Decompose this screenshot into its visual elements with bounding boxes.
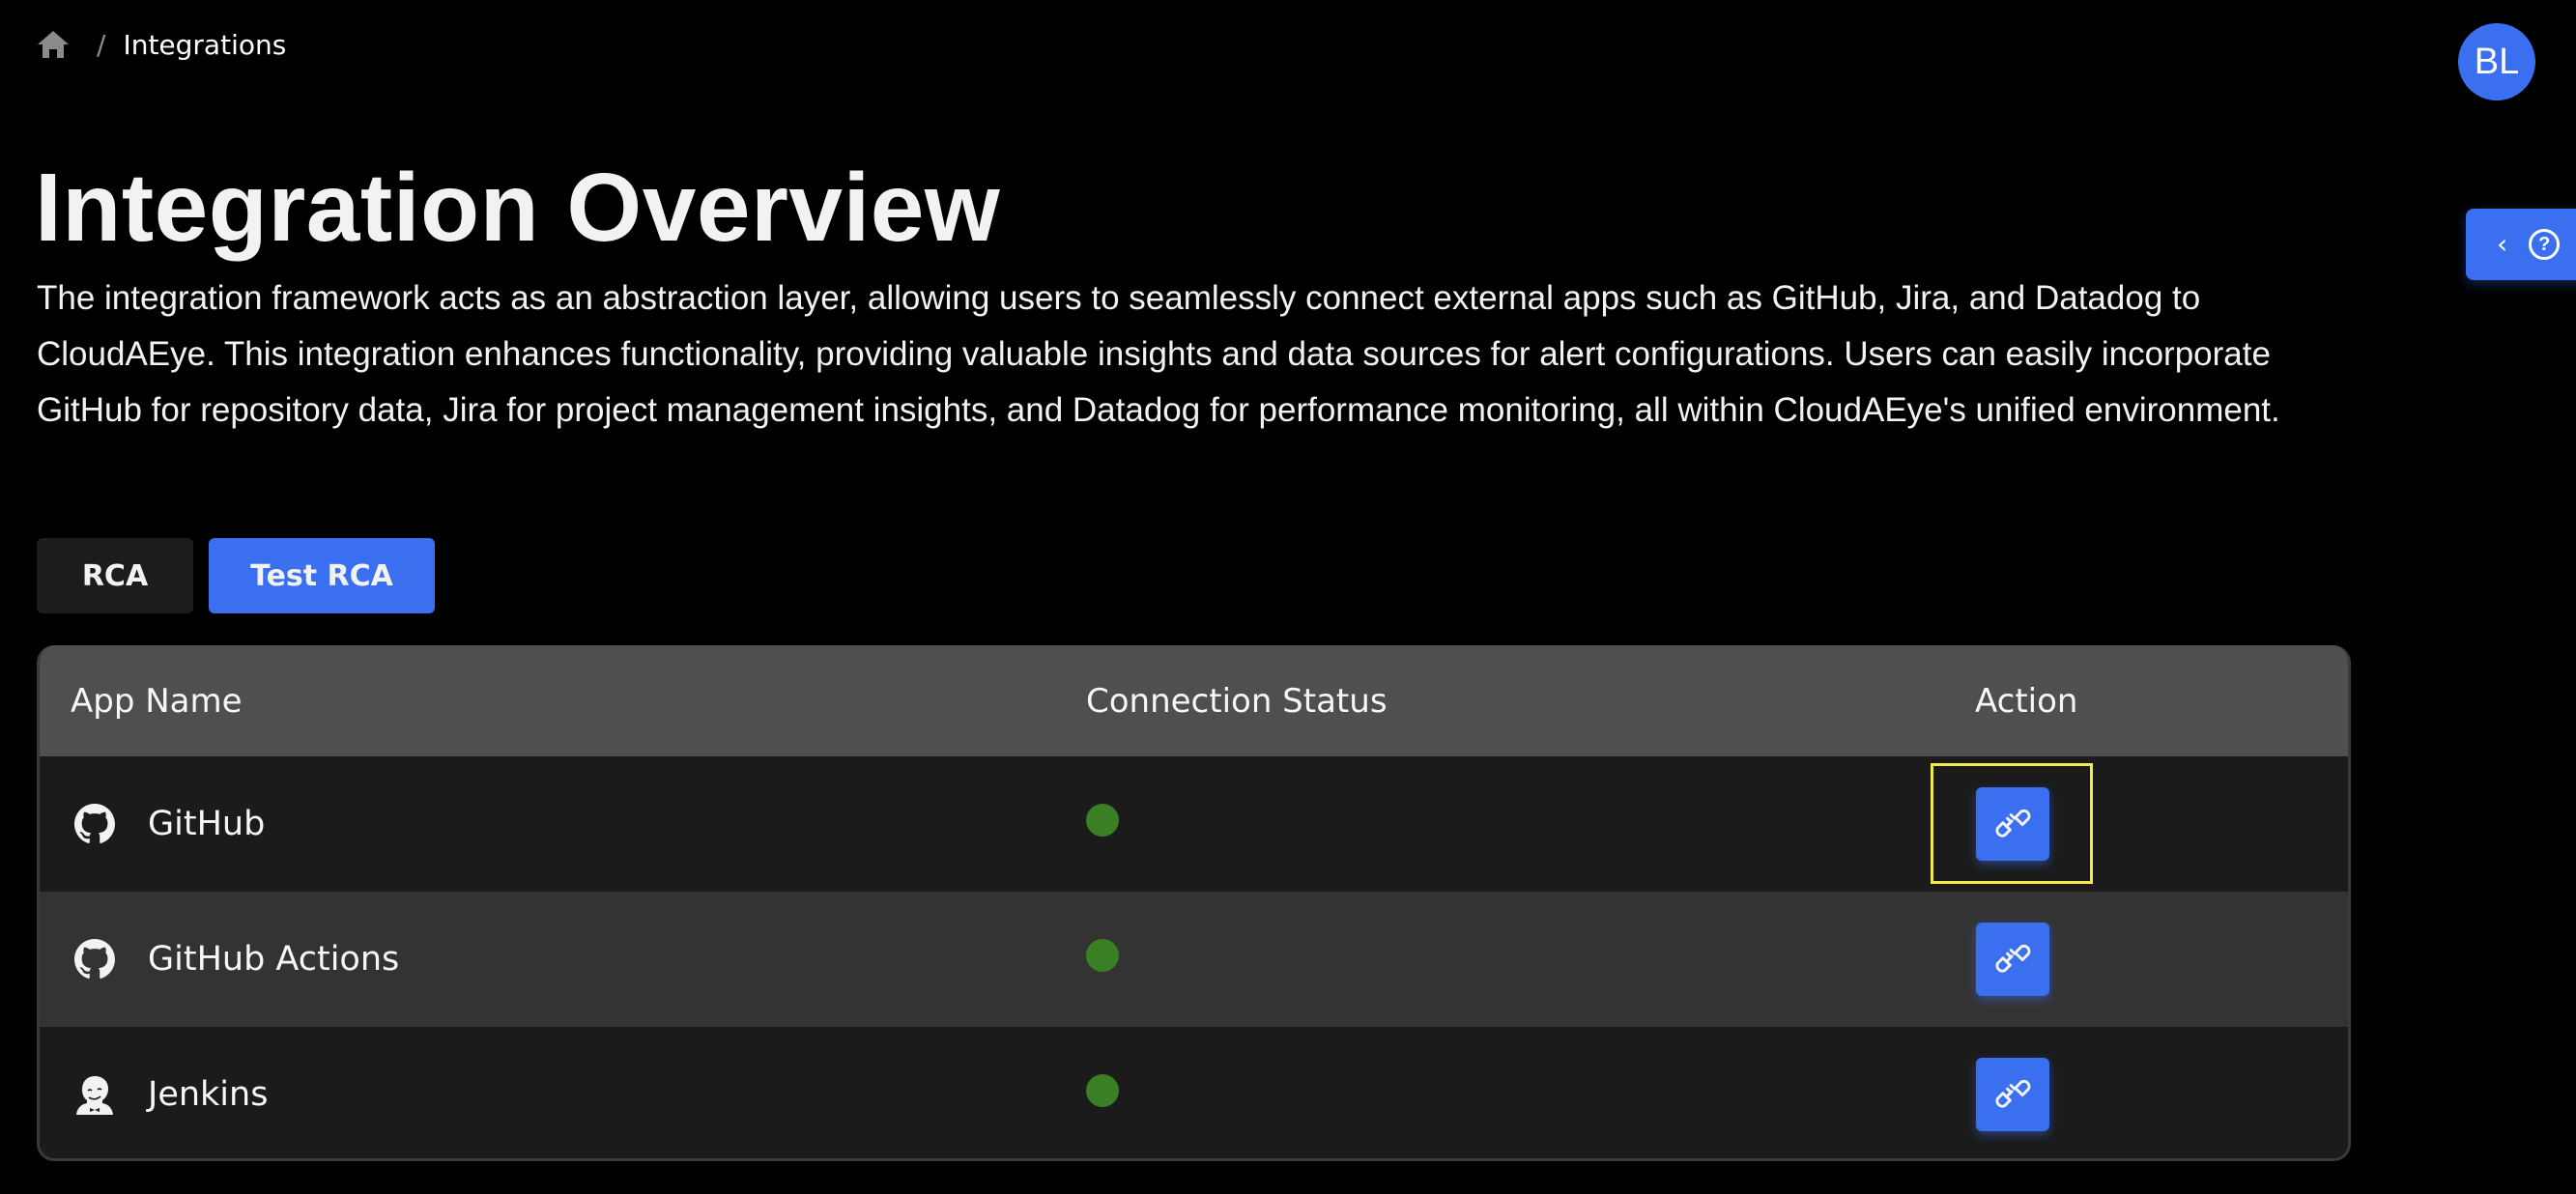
table-row: GitHub Actions bbox=[40, 892, 2348, 1027]
status-connected-dot bbox=[1086, 804, 1119, 837]
integrations-table: App Name Connection Status Action GitHub bbox=[37, 645, 2351, 1161]
connect-button[interactable] bbox=[1976, 787, 2049, 861]
column-header-connection-status: Connection Status bbox=[1086, 681, 1388, 721]
question-circle-icon[interactable]: ? bbox=[2529, 229, 2561, 260]
home-icon[interactable] bbox=[37, 30, 70, 59]
connection-status-cell bbox=[1086, 804, 1119, 837]
github-icon bbox=[74, 939, 115, 980]
connect-button[interactable] bbox=[1976, 923, 2049, 996]
column-header-app-name: App Name bbox=[71, 681, 243, 721]
app-name: GitHub Actions bbox=[148, 940, 400, 979]
table-row: Jenkins bbox=[40, 1027, 2348, 1158]
table-header: App Name Connection Status Action bbox=[40, 645, 2348, 756]
app-name-cell: GitHub Actions bbox=[71, 939, 399, 980]
chevron-left-icon[interactable]: ‹ bbox=[2497, 231, 2507, 258]
app-name-cell: GitHub bbox=[71, 804, 265, 844]
plug-connect-icon bbox=[1991, 799, 2034, 850]
breadcrumb-current[interactable]: Integrations bbox=[123, 29, 286, 61]
status-connected-dot bbox=[1086, 1074, 1119, 1107]
tab-test-rca[interactable]: Test RCA bbox=[209, 538, 435, 613]
plug-connect-icon bbox=[1991, 1069, 2034, 1121]
plug-connect-icon bbox=[1991, 934, 2034, 985]
user-avatar[interactable]: BL bbox=[2458, 23, 2535, 100]
page-title: Integration Overview bbox=[35, 154, 1001, 262]
column-header-action: Action bbox=[1975, 681, 2078, 721]
breadcrumb-separator: / bbox=[97, 28, 106, 61]
connection-status-cell bbox=[1086, 939, 1119, 972]
github-icon bbox=[74, 804, 115, 844]
table-row: GitHub bbox=[40, 756, 2348, 892]
page-description: The integration framework acts as an abs… bbox=[37, 279, 2280, 429]
status-connected-dot bbox=[1086, 939, 1119, 972]
help-panel-tab[interactable]: ‹ ? bbox=[2466, 209, 2576, 280]
app-name-cell: Jenkins bbox=[71, 1074, 268, 1115]
jenkins-icon bbox=[74, 1074, 115, 1115]
breadcrumb: / Integrations bbox=[37, 25, 286, 64]
tab-rca[interactable]: RCA bbox=[37, 538, 193, 613]
app-name: Jenkins bbox=[148, 1075, 269, 1114]
connect-button[interactable] bbox=[1976, 1058, 2049, 1131]
rca-tabs: RCA Test RCA bbox=[37, 538, 435, 613]
app-name: GitHub bbox=[148, 805, 266, 843]
connection-status-cell bbox=[1086, 1074, 1119, 1107]
